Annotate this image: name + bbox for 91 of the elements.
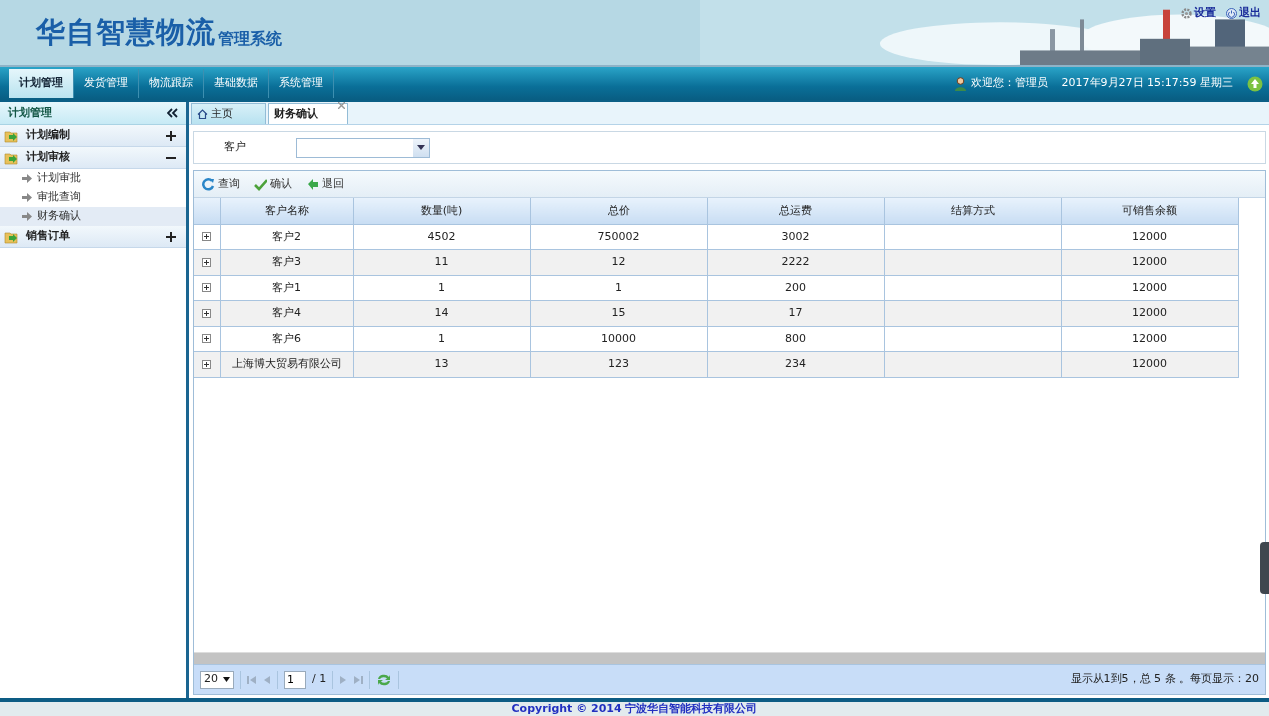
table-cell: 12000 bbox=[1132, 331, 1167, 345]
user-icon bbox=[953, 76, 967, 91]
table-cell: 客户3 bbox=[272, 255, 301, 268]
date-time: 2017年9月27日 15:17:59 星期三 bbox=[1061, 75, 1233, 92]
table-cell: 10000 bbox=[601, 331, 636, 345]
logout-link[interactable]: 退出 bbox=[1226, 5, 1261, 22]
table-cell: 13 bbox=[434, 357, 449, 370]
menu-group-label[interactable]: 计划编制 bbox=[26, 127, 70, 144]
table-cell: 11 bbox=[434, 255, 449, 268]
table-cell: 3002 bbox=[781, 229, 810, 243]
copyright-text: Copyright © 2014 宁波华自智能科技有限公司 bbox=[0, 698, 1269, 716]
menu-group-label[interactable]: 计划审核 bbox=[26, 149, 70, 166]
menu-group-label[interactable]: 销售订单 bbox=[26, 228, 70, 245]
table-cell: 12000 bbox=[1132, 280, 1167, 294]
home-icon bbox=[197, 109, 208, 119]
table-cell: 客户6 bbox=[272, 331, 301, 345]
toolbar-button[interactable]: 查询 bbox=[198, 175, 244, 193]
menu-item[interactable]: 审批查询 bbox=[0, 188, 186, 207]
menu-item[interactable]: 计划审批 bbox=[0, 169, 186, 188]
nav-tab[interactable]: 系统管理 bbox=[269, 69, 334, 98]
table-cell: 1 bbox=[438, 280, 445, 294]
expand-icon[interactable] bbox=[202, 257, 212, 267]
table-cell: 客户1 bbox=[272, 280, 301, 294]
table-cell: 12 bbox=[611, 255, 626, 268]
table-cell: 客户4 bbox=[272, 306, 301, 319]
table-cell: 12000 bbox=[1132, 357, 1167, 370]
expand-icon[interactable] bbox=[202, 359, 212, 369]
table-cell: 上海博大贸易有限公司 bbox=[231, 357, 342, 370]
column-header: 客户名称 bbox=[220, 198, 353, 224]
folder-icon bbox=[4, 150, 18, 165]
settings-link[interactable]: 设置 bbox=[1181, 5, 1216, 22]
previous-page-icon bbox=[263, 674, 271, 685]
logo-subtitle: 管理系统 bbox=[218, 31, 282, 47]
field-label: 客户 bbox=[224, 139, 246, 156]
nav-tab[interactable]: 基础数据 bbox=[204, 69, 269, 98]
folder-icon bbox=[4, 128, 18, 143]
horizontal-scrollbar[interactable] bbox=[194, 652, 1265, 664]
table-cell: 234 bbox=[785, 357, 806, 370]
folder-icon bbox=[4, 229, 18, 244]
nav-tab[interactable]: 计划管理 bbox=[9, 69, 74, 98]
expand-icon[interactable] bbox=[202, 283, 212, 292]
page-tab[interactable]: 主页 bbox=[191, 103, 266, 124]
expand-icon[interactable] bbox=[202, 334, 212, 343]
welcome-text: 欢迎您：管理员 bbox=[970, 75, 1048, 92]
page-input[interactable]: 1 bbox=[284, 670, 306, 689]
power-icon bbox=[1226, 7, 1237, 19]
table-cell: 200 bbox=[785, 280, 806, 294]
nav-tab[interactable]: 发货管理 bbox=[74, 69, 139, 98]
table-cell: 750002 bbox=[597, 229, 640, 243]
table-cell: 12000 bbox=[1132, 306, 1167, 319]
expand-icon[interactable] bbox=[202, 308, 212, 318]
table-cell: 123 bbox=[608, 357, 629, 370]
close-icon[interactable] bbox=[338, 102, 345, 109]
table-cell: 2222 bbox=[781, 255, 810, 268]
next-page-icon bbox=[339, 674, 348, 685]
check-icon bbox=[254, 177, 267, 191]
table-cell: 14 bbox=[434, 306, 449, 319]
panel-title: 计划管理 bbox=[8, 104, 52, 121]
table-cell: 17 bbox=[788, 306, 803, 319]
table-cell: 1 bbox=[615, 280, 622, 294]
caret-icon bbox=[223, 677, 230, 682]
column-header: 总运费 bbox=[707, 198, 884, 224]
double-chevron-icon bbox=[167, 107, 178, 118]
nav-tab[interactable]: 物流跟踪 bbox=[139, 69, 204, 98]
page-summary: 显示从1到5，总 5 条 。每页显示：20 bbox=[1070, 671, 1259, 688]
first-page-icon bbox=[247, 674, 257, 685]
settings-icon bbox=[1181, 7, 1192, 19]
menu-item[interactable]: 财务确认 bbox=[0, 207, 186, 226]
table-cell: 客户2 bbox=[272, 229, 301, 243]
last-page-icon bbox=[353, 674, 364, 685]
expand-icon[interactable] bbox=[202, 232, 212, 241]
table-cell: 12000 bbox=[1132, 229, 1167, 243]
caret-icon bbox=[417, 145, 425, 150]
arrow-icon bbox=[306, 177, 319, 191]
column-header: 可销售余额 bbox=[1061, 198, 1238, 224]
table-cell: 4502 bbox=[427, 229, 456, 243]
page-tab[interactable]: 财务确认 bbox=[268, 103, 348, 124]
logo-title: 华自智慧物流 bbox=[36, 18, 216, 47]
column-header: 总价 bbox=[530, 198, 707, 224]
page-count: / 1 bbox=[312, 671, 327, 688]
toolbar-button[interactable]: 确认 bbox=[250, 175, 296, 193]
side-handle[interactable] bbox=[1260, 542, 1269, 594]
page-size-select[interactable]: 20 bbox=[200, 670, 234, 689]
toolbar-button[interactable]: 退回 bbox=[302, 175, 348, 193]
column-header: 结算方式 bbox=[884, 198, 1061, 224]
table-cell: 800 bbox=[785, 331, 806, 345]
column-header: 数量(吨) bbox=[353, 198, 530, 224]
refresh-icon bbox=[202, 177, 215, 191]
table-cell: 1 bbox=[438, 331, 445, 345]
table-cell: 15 bbox=[611, 306, 626, 319]
table-cell: 12000 bbox=[1132, 255, 1167, 268]
